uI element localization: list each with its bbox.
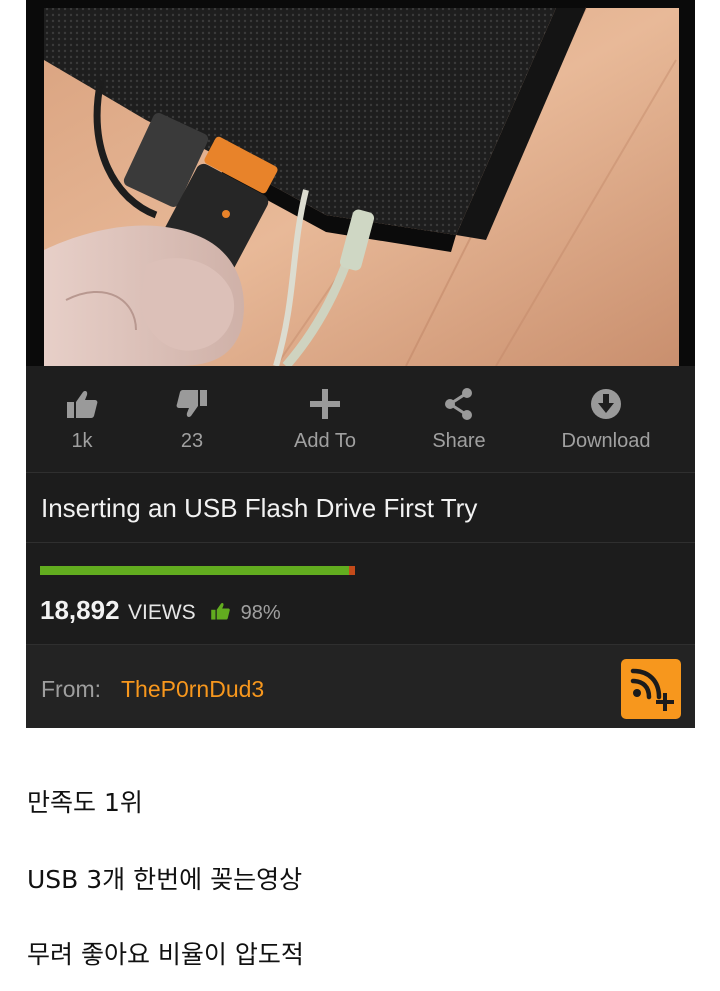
rating-bar bbox=[40, 566, 355, 575]
thumbs-down-icon bbox=[166, 386, 218, 422]
download-button[interactable]: Download bbox=[556, 386, 656, 453]
title-row: Inserting an USB Flash Drive First Try bbox=[26, 473, 695, 542]
action-bar: 1k 23 Add To Share Download bbox=[26, 366, 695, 472]
rss-plus-icon bbox=[630, 668, 674, 711]
video-thumbnail-image bbox=[26, 0, 695, 366]
caption-line: 무려 좋아요 비율이 압도적 bbox=[27, 940, 304, 969]
caption-line: USB 3개 한번에 꽂는영상 bbox=[27, 865, 303, 894]
subscribe-button[interactable] bbox=[621, 659, 681, 719]
dislike-count: 23 bbox=[180, 430, 204, 452]
thumbs-up-icon bbox=[56, 386, 108, 422]
from-label: From: bbox=[41, 676, 102, 702]
share-label: Share bbox=[432, 430, 486, 452]
uploader-row: From: TheP0rnDud3 bbox=[26, 645, 695, 728]
add-to-button[interactable]: Add To bbox=[284, 386, 366, 453]
share-icon bbox=[426, 386, 492, 422]
video-title: Inserting an USB Flash Drive First Try bbox=[41, 493, 478, 523]
share-button[interactable]: Share bbox=[426, 386, 492, 453]
plus-icon bbox=[284, 386, 366, 422]
stats-row: 18,892 VIEWS 98% bbox=[26, 543, 695, 644]
dislike-button[interactable]: 23 bbox=[166, 386, 218, 453]
views-label: VIEWS bbox=[127, 601, 196, 624]
download-label: Download bbox=[561, 430, 651, 452]
like-button[interactable]: 1k bbox=[56, 386, 108, 453]
rating-percent: 98% bbox=[240, 602, 281, 624]
caption-line: 만족도 1위 bbox=[27, 788, 143, 817]
video-thumbnail[interactable] bbox=[26, 0, 695, 366]
download-icon bbox=[556, 386, 656, 422]
like-count: 1k bbox=[71, 430, 93, 452]
add-to-label: Add To bbox=[294, 430, 356, 452]
rating-bar-fill bbox=[40, 566, 349, 575]
video-card: 1k 23 Add To Share Download Inserting an… bbox=[26, 0, 695, 728]
thumbs-up-icon bbox=[210, 601, 232, 626]
views-line: 18,892 VIEWS 98% bbox=[40, 595, 281, 626]
uploader-link[interactable]: TheP0rnDud3 bbox=[121, 676, 264, 703]
views-count: 18,892 bbox=[40, 595, 120, 625]
